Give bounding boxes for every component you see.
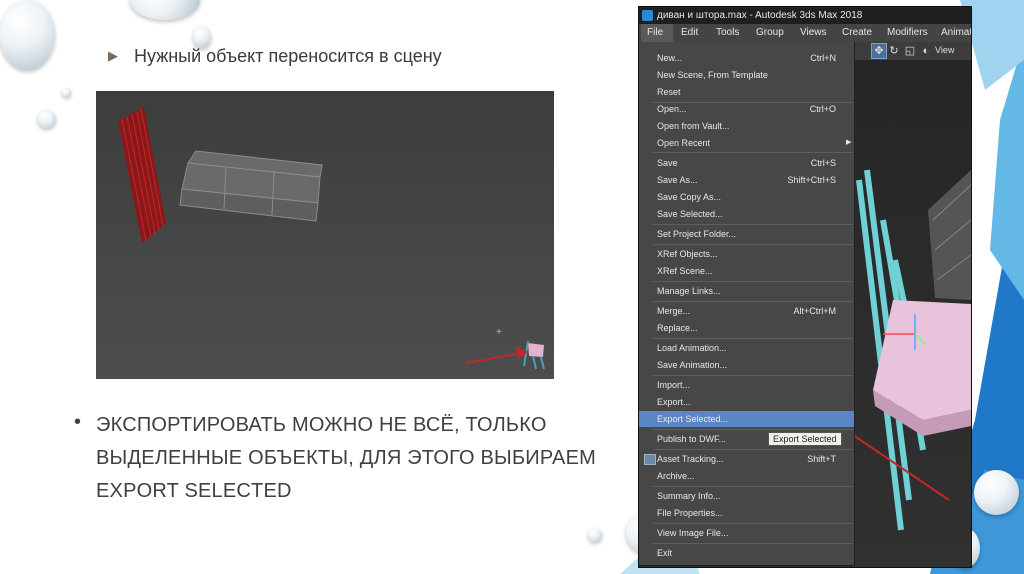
menu-item-open[interactable]: Open... Ctrl+O <box>639 101 854 117</box>
chair-object <box>523 340 545 370</box>
water-drop <box>193 26 211 48</box>
menu-item-reset[interactable]: Reset <box>639 84 854 100</box>
menu-item-import[interactable]: Import... <box>639 377 854 393</box>
body-line: EXPORT SELECTED <box>96 480 292 502</box>
file-dropdown-menu: New... Ctrl+N New Scene, From Template Re… <box>639 42 855 566</box>
slide-heading: Нужный объект переносится в сцену <box>134 46 442 66</box>
menu-separator <box>653 449 853 450</box>
asset-tracking-icon <box>644 454 656 465</box>
app-icon <box>642 10 653 21</box>
menu-item-save-selected[interactable]: Save Selected... <box>639 206 854 222</box>
tooltip: Export Selected <box>768 432 842 446</box>
rotate-icon[interactable]: ↻ <box>887 44 901 58</box>
menu-item-save-copy-as[interactable]: Save Copy As... <box>639 189 854 205</box>
scene-illustration: + <box>118 107 545 370</box>
body-line: ЭКСПОРТИРОВАТЬ МОЖНО НЕ ВСЁ, ТОЛЬКО <box>96 414 547 436</box>
menu-item-save[interactable]: Save Ctrl+S <box>639 155 854 171</box>
curtain-wireframe <box>118 107 166 243</box>
max-app-window: диван и штора.max - Autodesk 3ds Max 201… <box>638 6 972 568</box>
menu-item-archive[interactable]: Archive... <box>639 468 854 484</box>
slide-body-text: ЭКСПОРТИРОВАТЬ МОЖНО НЕ ВСЁ, ТОЛЬКО ВЫДЕ… <box>96 409 616 508</box>
bullet-marker: • <box>74 411 82 433</box>
menu-separator <box>653 301 853 302</box>
menu-separator <box>653 244 853 245</box>
menu-separator <box>653 429 853 430</box>
menu-animation[interactable]: Animat <box>941 24 971 42</box>
menu-separator <box>653 486 853 487</box>
menu-item-new[interactable]: New... Ctrl+N <box>639 50 854 66</box>
water-drop <box>62 88 71 97</box>
scene-wireframe <box>852 169 971 531</box>
scene-viewport-image: + <box>96 91 554 379</box>
menu-item-save-as[interactable]: Save As... Shift+Ctrl+S <box>639 172 854 188</box>
menu-item-replace[interactable]: Replace... <box>639 320 854 336</box>
move-icon[interactable]: ✥ <box>871 43 887 59</box>
menu-file[interactable]: File <box>641 24 673 42</box>
menu-views[interactable]: Views <box>800 24 827 42</box>
menu-separator <box>653 375 853 376</box>
window-title: диван и штора.max - Autodesk 3ds Max 201… <box>657 10 863 21</box>
submenu-arrow-icon: ▶ <box>846 139 852 146</box>
water-drop <box>588 528 602 542</box>
menu-item-exit[interactable]: Exit <box>639 545 854 561</box>
menu-item-xref-scene[interactable]: XRef Scene... <box>639 263 854 279</box>
view-dropdown[interactable]: View <box>935 45 954 55</box>
menu-edit[interactable]: Edit <box>681 24 698 42</box>
menu-create[interactable]: Create <box>842 24 872 42</box>
menu-item-save-animation[interactable]: Save Animation... <box>639 357 854 373</box>
menu-group[interactable]: Group <box>756 24 784 42</box>
menu-item-export-selected[interactable]: Export Selected... <box>639 411 854 427</box>
menu-separator <box>653 543 853 544</box>
menu-item-file-properties[interactable]: File Properties... <box>639 505 854 521</box>
menu-item-asset-tracking[interactable]: Asset Tracking... Shift+T <box>639 451 854 467</box>
menu-bar: File Edit Tools Group Views Create Modif… <box>639 24 971 42</box>
bullet-marker: ▶ <box>108 48 118 63</box>
menu-separator <box>653 224 853 225</box>
menu-tools[interactable]: Tools <box>716 24 739 42</box>
water-drop <box>974 470 1019 515</box>
svg-text:+: + <box>496 327 502 338</box>
menu-item-open-from-vault[interactable]: Open from Vault... <box>639 118 854 134</box>
menu-item-new-from-template[interactable]: New Scene, From Template <box>639 67 854 83</box>
scale-icon[interactable]: ◱ <box>903 44 917 58</box>
water-drop <box>0 0 55 70</box>
window-titlebar: диван и штора.max - Autodesk 3ds Max 201… <box>639 7 971 24</box>
menu-modifiers[interactable]: Modifiers <box>887 24 928 42</box>
ref-coord-icon[interactable]: ◐ <box>919 44 933 58</box>
menu-item-export[interactable]: Export... <box>639 394 854 410</box>
menu-item-load-animation[interactable]: Load Animation... <box>639 340 854 356</box>
menu-separator <box>653 338 853 339</box>
menu-separator <box>653 523 853 524</box>
menu-item-view-image-file[interactable]: View Image File... <box>639 525 854 541</box>
menu-separator <box>653 152 853 153</box>
scene-viewport[interactable] <box>852 60 971 567</box>
menu-item-xref-objects[interactable]: XRef Objects... <box>639 246 854 262</box>
menu-item-manage-links[interactable]: Manage Links... <box>639 283 854 299</box>
menu-item-summary-info[interactable]: Summary Info... <box>639 488 854 504</box>
menu-item-set-project-folder[interactable]: Set Project Folder... <box>639 226 854 242</box>
red-pointer-arrow <box>465 346 529 364</box>
body-line: ВЫДЕЛЕННЫЕ ОБЪЕКТЫ, ДЛЯ ЭТОГО ВЫБИРАЕМ <box>96 447 596 469</box>
menu-item-open-recent[interactable]: Open Recent ▶ <box>639 135 854 151</box>
sofa-wireframe <box>179 150 323 222</box>
water-drop <box>38 110 56 128</box>
menu-separator <box>653 281 853 282</box>
menu-item-merge[interactable]: Merge... Alt+Ctrl+M <box>639 303 854 319</box>
